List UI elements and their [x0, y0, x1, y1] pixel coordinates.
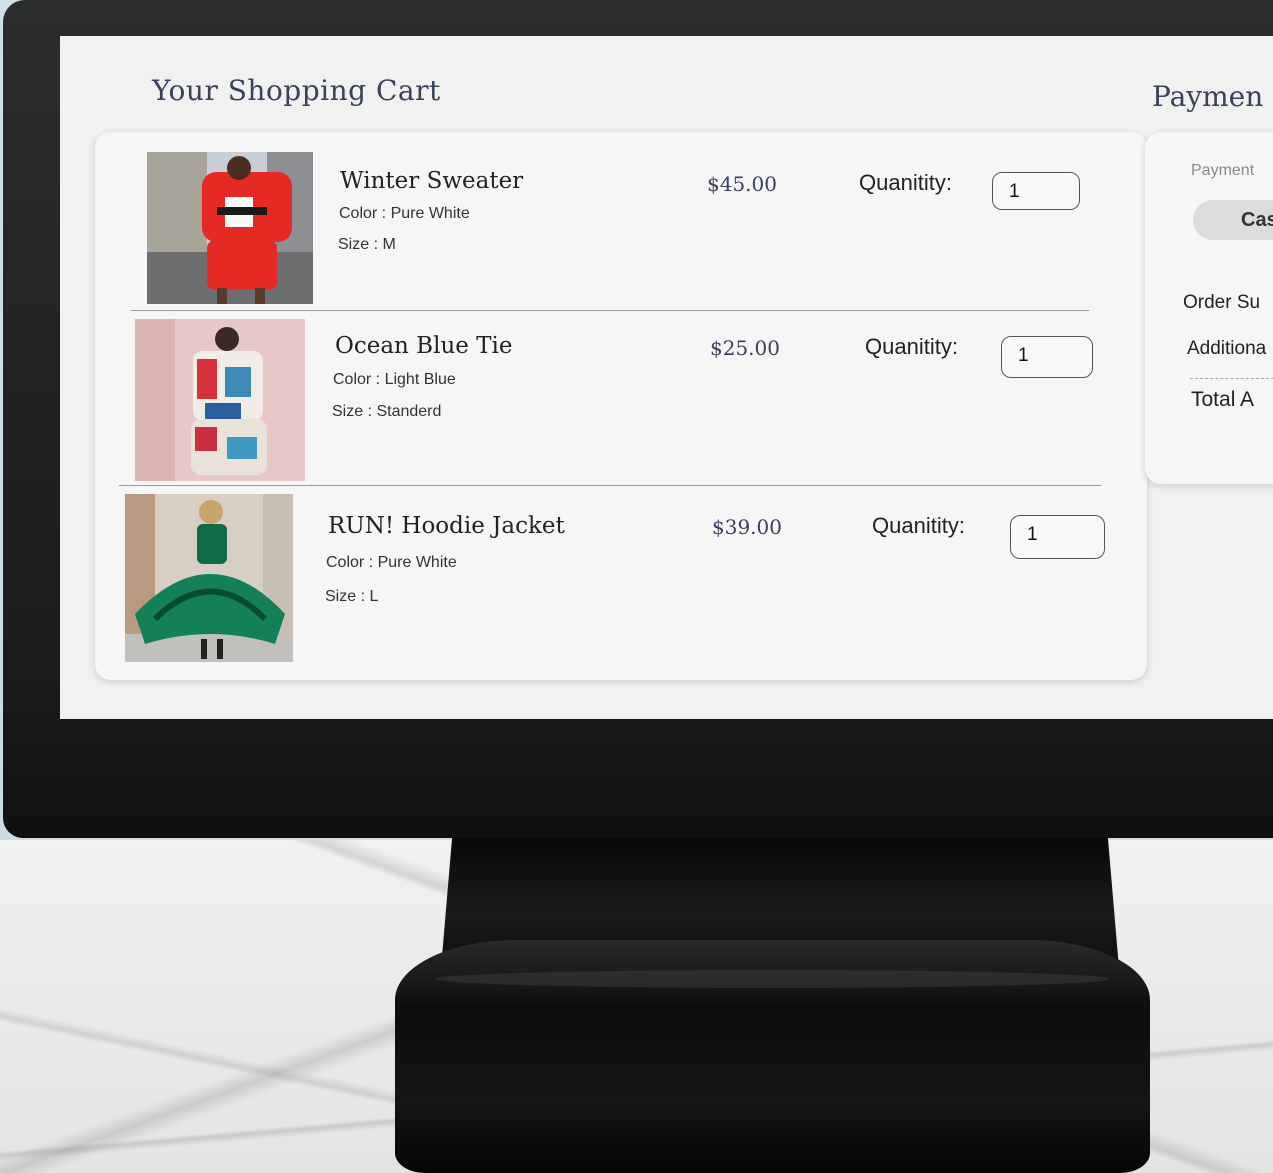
product-size: Size : Standerd: [332, 403, 442, 420]
product-price: $39.00: [712, 515, 782, 539]
payment-method-cash-button[interactable]: Cas: [1193, 200, 1273, 240]
product-image[interactable]: [135, 319, 305, 481]
product-size: Size : M: [338, 236, 396, 253]
quantity-label: Quanitity:: [865, 334, 958, 359]
quantity-label: Quanitity:: [859, 170, 952, 195]
product-price: $45.00: [707, 172, 777, 196]
cart-item[interactable]: Winter Sweater Color : Pure White Size :…: [95, 132, 1147, 312]
payment-panel: Payment Cas Order Su Additiona Total A: [1145, 132, 1273, 484]
pos-screen: Your Shopping Cart Winter Sweater Color …: [60, 36, 1273, 719]
quantity-input[interactable]: 1: [992, 172, 1080, 210]
item-divider: [131, 310, 1089, 311]
product-name: Winter Sweater: [340, 168, 524, 194]
monitor-stand-base: [395, 940, 1150, 1173]
payment-method-label: Payment: [1191, 162, 1255, 179]
product-size: Size : L: [325, 588, 379, 605]
summary-divider: [1190, 378, 1273, 379]
order-summary-label: Order Su: [1183, 292, 1261, 313]
payment-title: Paymen: [1152, 80, 1264, 113]
quantity-input[interactable]: 1: [1001, 336, 1093, 378]
cart-item[interactable]: Ocean Blue Tie Color : Light Blue Size :…: [95, 312, 1147, 487]
product-color: Color : Light Blue: [333, 371, 456, 388]
cart-item[interactable]: RUN! Hoodie Jacket Color : Pure White Si…: [95, 488, 1147, 678]
total-amount-label: Total A: [1191, 388, 1255, 411]
cart-title: Your Shopping Cart: [152, 74, 441, 107]
item-divider: [119, 485, 1101, 486]
additional-charges-label: Additiona: [1187, 338, 1267, 359]
quantity-input[interactable]: 1: [1010, 515, 1105, 559]
product-color: Color : Pure White: [326, 554, 457, 571]
product-name: Ocean Blue Tie: [335, 333, 513, 359]
monitor-bezel: Your Shopping Cart Winter Sweater Color …: [3, 0, 1273, 838]
product-name: RUN! Hoodie Jacket: [328, 513, 565, 539]
quantity-label: Quanitity:: [872, 513, 965, 538]
product-color: Color : Pure White: [339, 205, 470, 222]
cart-panel: Winter Sweater Color : Pure White Size :…: [95, 132, 1147, 680]
product-image[interactable]: [125, 494, 293, 662]
product-price: $25.00: [710, 336, 780, 360]
product-image[interactable]: [147, 152, 313, 304]
